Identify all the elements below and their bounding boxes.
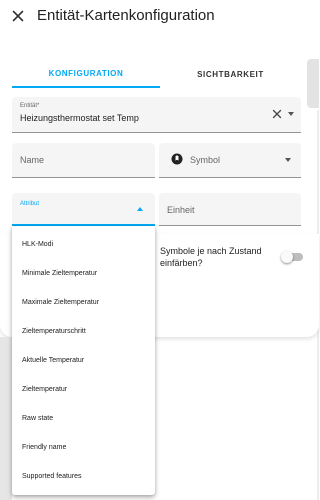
menu-item-friendly-name[interactable]: Friendly name xyxy=(12,433,155,462)
close-icon xyxy=(12,10,24,22)
chevron-down-icon[interactable] xyxy=(288,112,294,116)
menu-item-temp-step[interactable]: Zieltemperaturschritt xyxy=(12,317,155,346)
unit-field-placeholder: Einheit xyxy=(167,205,195,215)
symbol-field-placeholder: Symbol xyxy=(190,155,221,165)
tab-visibility[interactable]: SICHTBARKEIT xyxy=(160,60,301,88)
dialog-title: Entität-Kartenkonfiguration xyxy=(37,7,215,24)
close-button[interactable] xyxy=(8,6,28,26)
menu-item-supported-features[interactable]: Supported features xyxy=(12,462,155,491)
unit-field[interactable]: Einheit xyxy=(159,193,301,226)
name-field[interactable]: Name xyxy=(12,143,155,178)
menu-item-current-temp[interactable]: Aktuelle Temperatur xyxy=(12,346,155,375)
menu-item-hvac-modes[interactable]: HLK-Modi xyxy=(12,230,155,259)
entity-field-label: Entität* xyxy=(20,103,40,109)
name-field-placeholder: Name xyxy=(20,155,45,165)
tab-configuration[interactable]: KONFIGURATION xyxy=(12,60,160,88)
menu-item-max-temp[interactable]: Maximale Zieltemperatur xyxy=(12,288,155,317)
chevron-down-icon[interactable] xyxy=(285,158,291,162)
thermostat-icon xyxy=(171,153,183,165)
symbol-field[interactable]: Symbol xyxy=(159,143,301,178)
chevron-up-icon[interactable] xyxy=(137,207,143,211)
tab-bar: KONFIGURATION SICHTBARKEIT xyxy=(12,60,301,88)
menu-item-min-temp[interactable]: Minimale Zieltemperatur xyxy=(12,259,155,288)
attribute-dropdown-menu: HLK-Modi Minimale Zieltemperatur Maximal… xyxy=(12,226,155,495)
toggle-thumb xyxy=(281,251,293,263)
state-color-label: Symbole je nach Zustand einfärben? xyxy=(160,246,262,268)
state-color-toggle[interactable] xyxy=(281,251,303,263)
dialog-header: Entität-Kartenkonfiguration xyxy=(0,0,319,34)
entity-field[interactable]: Entität* Heizungsthermostat set Temp xyxy=(12,97,301,133)
clear-icon[interactable] xyxy=(270,107,284,121)
background-panel-edge xyxy=(307,59,319,108)
attribute-select[interactable]: Attribut xyxy=(12,193,155,226)
menu-item-target-temp[interactable]: Zieltemperatur xyxy=(12,375,155,404)
attribute-select-label: Attribut xyxy=(20,201,40,207)
menu-item-raw-state[interactable]: Raw state xyxy=(12,404,155,433)
background-gutter xyxy=(0,337,12,500)
entity-field-value: Heizungsthermostat set Temp xyxy=(20,113,139,123)
